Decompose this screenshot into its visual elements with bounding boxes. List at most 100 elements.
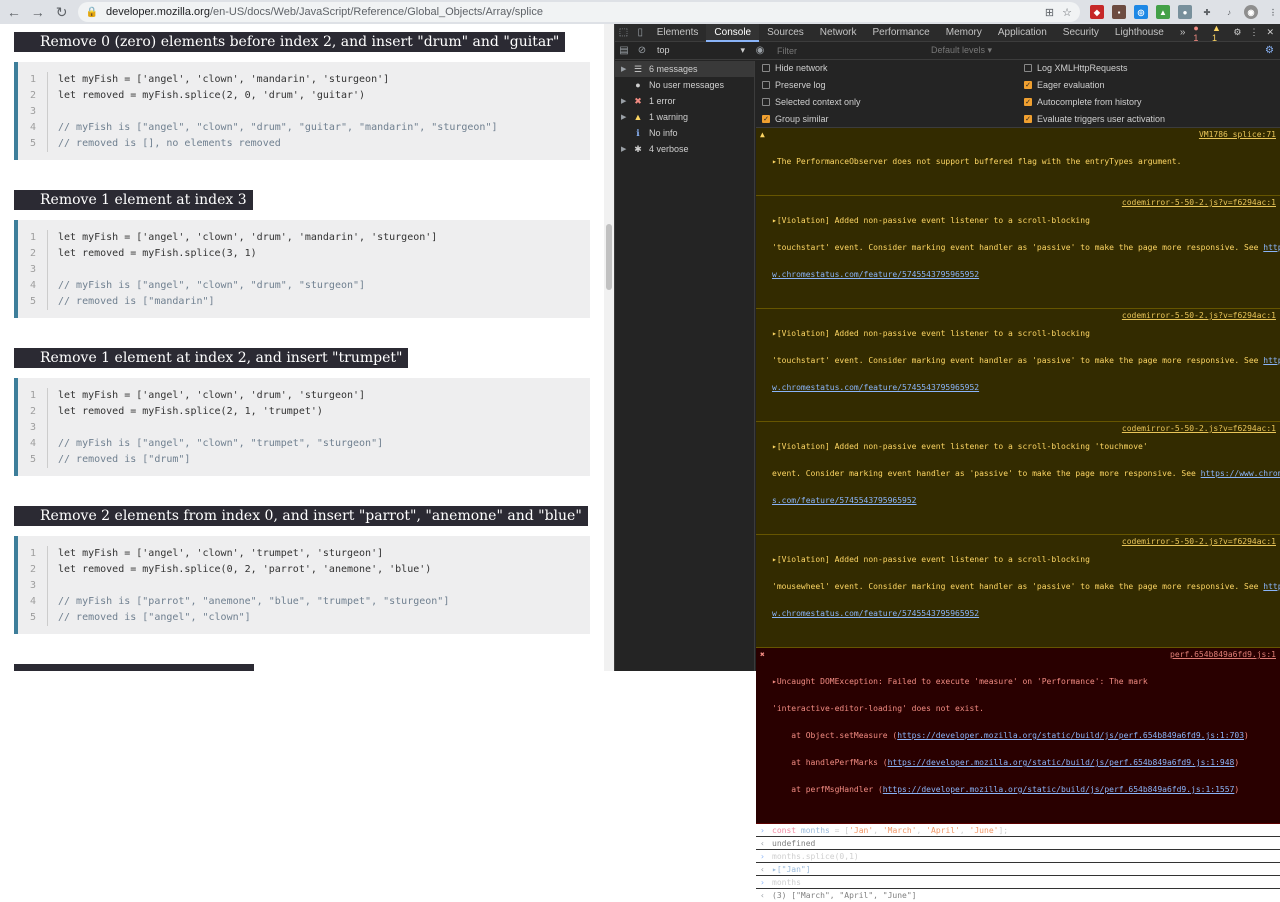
extensions-puzzle-icon[interactable]: ✚	[1200, 5, 1214, 19]
log-xhr-checkbox[interactable]: Log XMLHttpRequests	[1024, 63, 1128, 73]
console-settings-gear-icon[interactable]: ⚙	[1265, 45, 1280, 56]
tab-network[interactable]: Network	[812, 24, 865, 42]
clear-console-icon[interactable]: ⊘	[633, 42, 651, 60]
sidebar-item-errors[interactable]: ▶ ✖ 1 error	[615, 93, 754, 109]
device-toolbar-icon[interactable]: ▯	[632, 24, 649, 42]
source-link[interactable]: VM1786 splice:71	[1199, 130, 1276, 139]
profile-avatar-icon[interactable]: ◉	[1243, 5, 1258, 19]
page-scrollbar[interactable]	[604, 24, 614, 671]
checkmark-icon: ✓	[1024, 115, 1032, 123]
close-devtools-icon[interactable]: ✕	[1266, 27, 1274, 38]
console-error-message: ✖ ▸Uncaught DOMException: Failed to exec…	[756, 648, 1280, 824]
translate-icon[interactable]: ⊞	[1045, 6, 1054, 19]
tab-application[interactable]: Application	[990, 24, 1055, 42]
group-similar-checkbox[interactable]: ✓ Group similar	[762, 114, 829, 124]
stack-trace-link[interactable]: https://developer.mozilla.org/static/bui…	[883, 785, 1235, 794]
extension-icon-3[interactable]: ◎	[1133, 5, 1148, 19]
chromestatus-link[interactable]: w.chromestatus.com/feature/5745543795965…	[772, 270, 1276, 279]
code-comment: // myFish is ["angel", "clown", "drum", …	[58, 122, 498, 133]
tab-memory[interactable]: Memory	[938, 24, 990, 42]
selected-context-checkbox[interactable]: Selected context only	[762, 97, 861, 107]
evaluate-triggers-checkbox[interactable]: ✓ Evaluate triggers user activation	[1024, 114, 1165, 124]
extension-icon-4[interactable]: ▲	[1155, 5, 1170, 19]
chromestatus-link[interactable]: https://www.chromestatu	[1201, 469, 1280, 478]
return-arrow-icon: ‹	[760, 865, 765, 874]
tab-console[interactable]: Console	[706, 23, 760, 42]
music-icon[interactable]: ♪	[1222, 5, 1236, 19]
code-line: let removed = myFish.splice(3, 1)	[58, 248, 257, 259]
settings-gear-icon[interactable]: ⚙	[1233, 27, 1241, 38]
chromestatus-link[interactable]: https://ww	[1263, 243, 1280, 252]
hide-network-checkbox[interactable]: Hide network	[762, 63, 828, 73]
devtools-menu-icon[interactable]: ⋮	[1249, 27, 1258, 38]
sidebar-item-messages[interactable]: ▶ ☰ 6 messages	[615, 61, 754, 77]
user-icon: ●	[635, 80, 641, 90]
extension-icon-2[interactable]: ▪	[1111, 5, 1126, 19]
bug-icon: ✱	[634, 143, 642, 154]
warning-count-badge[interactable]: ▲ 1	[1212, 23, 1225, 43]
sidebar-item-user-messages[interactable]: ● No user messages	[615, 77, 754, 93]
tab-lighthouse[interactable]: Lighthouse	[1107, 24, 1172, 42]
eager-evaluation-checkbox[interactable]: ✓ Eager evaluation	[1024, 80, 1105, 90]
chromestatus-link[interactable]: w.chromestatus.com/feature/5745543795965…	[772, 609, 1276, 618]
code-line: let myFish = ['angel', 'clown', 'drum', …	[58, 232, 438, 243]
console-sidebar: ▶ ☰ 6 messages ● No user messages ▶ ✖ 1 error…	[615, 61, 755, 671]
code-comment: // removed is ["angel", "clown"]	[58, 612, 251, 623]
source-link[interactable]: perf.654b849a6fd9.js:1	[1170, 650, 1276, 659]
code-comment: // removed is [], no elements removed	[58, 138, 281, 149]
code-line: let myFish = ['angel', 'clown', 'mandari…	[58, 74, 390, 85]
error-count-badge[interactable]: ● 1	[1193, 23, 1204, 43]
checkmark-icon: ✓	[1024, 81, 1032, 89]
scrollbar-thumb[interactable]	[606, 224, 612, 290]
log-levels-dropdown[interactable]: Default levels ▾	[931, 45, 992, 56]
menu-kebab-icon[interactable]: ⋮	[1266, 5, 1280, 19]
adblock-extension-icon[interactable]: ◆	[1089, 5, 1104, 19]
source-link[interactable]: codemirror-5-50-2.js?v=f6294ac:1	[1122, 198, 1276, 207]
more-tabs-button[interactable]: »	[1172, 24, 1194, 42]
preserve-log-checkbox[interactable]: Preserve log	[762, 80, 826, 90]
tab-performance[interactable]: Performance	[864, 24, 937, 42]
checkmark-icon: ✓	[762, 115, 770, 123]
stack-trace-link[interactable]: https://developer.mozilla.org/static/bui…	[897, 731, 1244, 740]
chromestatus-link[interactable]: https://ww	[1263, 582, 1280, 591]
tab-security[interactable]: Security	[1055, 24, 1107, 42]
error-icon: ✖	[760, 650, 765, 659]
console-violation-message: ▸[Violation] Added non-passive event lis…	[756, 309, 1280, 422]
extension-icon-5[interactable]: ●	[1177, 5, 1192, 19]
inspect-element-icon[interactable]: ⬚	[615, 24, 632, 42]
url-host: developer.mozilla.org	[105, 6, 210, 18]
chromestatus-link[interactable]: w.chromestatus.com/feature/5745543795965…	[772, 383, 1276, 392]
forward-arrow-icon[interactable]: →	[28, 2, 48, 22]
filter-input[interactable]: Filter	[777, 46, 917, 56]
prompt-chevron-icon: ›	[760, 826, 765, 835]
source-link[interactable]: codemirror-5-50-2.js?v=f6294ac:1	[1122, 537, 1276, 546]
example-section: Remove 2 elements from index 0, and inse…	[14, 506, 590, 634]
autocomplete-history-checkbox[interactable]: ✓ Autocomplete from history	[1024, 97, 1142, 107]
reload-icon[interactable]: ↻	[52, 2, 72, 22]
back-arrow-icon[interactable]: ←	[4, 2, 24, 22]
devtools-panel: ⬚ ▯ Elements Console Sources Network Per…	[615, 23, 1280, 900]
chromestatus-link[interactable]: s.com/feature/5745543795965952	[772, 496, 1276, 505]
example-section: Remove 1 element at index 3 1 let myFish …	[14, 190, 590, 318]
source-link[interactable]: codemirror-5-50-2.js?v=f6294ac:1	[1122, 424, 1276, 433]
tab-sources[interactable]: Sources	[759, 24, 812, 42]
chromestatus-link[interactable]: https://ww	[1263, 356, 1280, 365]
context-selector[interactable]: top ▾	[651, 45, 751, 56]
devtools-tab-bar: ⬚ ▯ Elements Console Sources Network Per…	[615, 23, 1280, 43]
sidebar-toggle-icon[interactable]: ▤	[615, 42, 633, 60]
eye-icon[interactable]: ◉	[751, 42, 769, 60]
stack-trace-link[interactable]: https://developer.mozilla.org/static/bui…	[888, 758, 1235, 767]
sidebar-item-warnings[interactable]: ▶ ▲ 1 warning	[615, 109, 754, 125]
mdn-page-content: Remove 0 (zero) elements before index 2,…	[0, 24, 604, 671]
console-prompt-input[interactable]: › months	[756, 876, 1280, 889]
source-link[interactable]: codemirror-5-50-2.js?v=f6294ac:1	[1122, 311, 1276, 320]
code-line: let removed = myFish.splice(2, 0, 'drum'…	[58, 90, 366, 101]
bookmark-star-icon[interactable]: ☆	[1062, 6, 1072, 19]
sidebar-item-verbose[interactable]: ▶ ✱ 4 verbose	[615, 141, 754, 157]
console-output-line[interactable]: ‹ ▸["Jan"]	[756, 863, 1280, 876]
address-bar[interactable]: 🔒 developer.mozilla.org/en-US/docs/Web/J…	[77, 2, 1080, 22]
sidebar-item-info[interactable]: ℹ No info	[615, 125, 754, 141]
tab-elements[interactable]: Elements	[649, 24, 707, 42]
